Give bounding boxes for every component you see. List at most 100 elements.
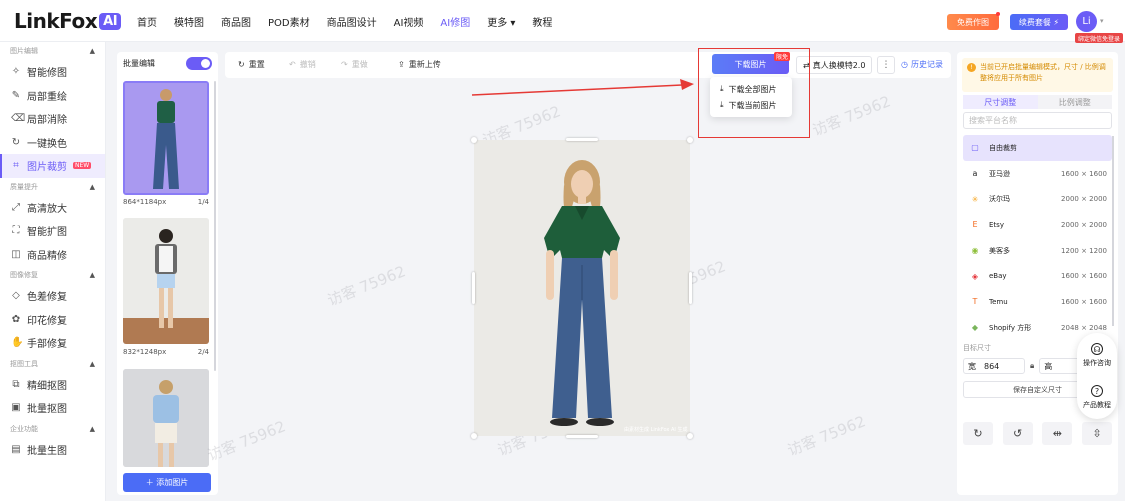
bind-wechat-tag[interactable]: 绑定微信免登录 <box>1075 33 1123 43</box>
platform-size: 2000 × 2000 <box>1061 195 1107 204</box>
platform-name: 自由裁剪 <box>989 143 1017 152</box>
sidebar-item-icon: ⛶ <box>12 225 20 237</box>
thumbnail-2[interactable] <box>123 218 209 344</box>
sidebar-item[interactable]: ↻ 一键换色 <box>0 131 105 155</box>
sidebar-item[interactable]: ▣ 批量抠图 <box>0 396 105 420</box>
batch-edit-panel: 批量编辑 864*1184px 1/4 832*1248px 2/4 ＋ 添加图… <box>117 52 218 495</box>
chevron-up-icon: ▲ <box>89 47 95 55</box>
sidebar-section-title: 图片编辑 <box>10 47 38 55</box>
rotate-right-icon[interactable]: ↻ <box>963 422 993 445</box>
transform-tools: ↻ ↺ ⇹ ⇳ <box>963 422 1112 445</box>
nav-model[interactable]: 模特图 <box>174 14 204 29</box>
free-create-button[interactable]: 免费作图 <box>947 12 1000 30</box>
nav-video[interactable]: AI视频 <box>394 14 424 29</box>
sidebar-item[interactable]: ✧ 智能修图 <box>0 60 105 84</box>
nav-home[interactable]: 首页 <box>137 14 157 29</box>
platform-name: Temu <box>989 297 1008 306</box>
redo-button[interactable]: ↷ 重做 <box>341 59 368 70</box>
batch-scrollbar[interactable] <box>214 81 216 371</box>
resize-handle[interactable] <box>566 435 598 438</box>
nav-ai-retouch[interactable]: AI修图 <box>440 14 470 29</box>
sidebar-item[interactable]: ◫ 商品精修 <box>0 243 105 267</box>
sidebar-item-label: 手部修复 <box>27 339 67 351</box>
add-image-button[interactable]: ＋ 添加图片 <box>123 473 211 492</box>
nav-design[interactable]: 商品图设计 <box>327 14 377 29</box>
history-button[interactable]: ◷ 历史记录 <box>901 59 943 70</box>
batch-toggle[interactable] <box>186 56 212 70</box>
warning-icon: ! <box>967 63 976 72</box>
platform-scrollbar[interactable] <box>1112 136 1114 326</box>
more-options-button[interactable]: ⋮ <box>877 56 895 74</box>
platform-item[interactable]: a 亚马逊 1600 × 1600 <box>963 161 1112 187</box>
resize-handle[interactable] <box>566 138 598 141</box>
nav-tutorial[interactable]: 教程 <box>532 14 552 29</box>
platform-item[interactable]: ✳ 沃尔玛 2000 × 2000 <box>963 186 1112 212</box>
sidebar-item-label: 图片裁剪 <box>27 162 67 174</box>
width-field[interactable]: 宽 864 <box>963 358 1025 374</box>
sidebar-item[interactable]: ⌫ 局部消除 <box>0 107 105 131</box>
thumbnail-3[interactable] <box>123 369 209 467</box>
sidebar-item[interactable]: ▤ 批量生图 <box>0 438 105 462</box>
flip-horizontal-icon[interactable]: ⇹ <box>1042 422 1073 445</box>
nav-product[interactable]: 商品图 <box>221 14 251 29</box>
sidebar-section-title: 企业功能 <box>10 424 38 433</box>
sidebar-item[interactable]: ⤢ 高清放大 <box>0 196 105 220</box>
platform-item[interactable]: ◉ 美客多 1200 × 1200 <box>963 238 1112 264</box>
resize-handle[interactable] <box>689 272 692 304</box>
sidebar-item-icon: ◫ <box>11 248 21 260</box>
resize-handle[interactable] <box>472 272 475 304</box>
tab-ratio[interactable]: 比例调整 <box>1037 95 1112 109</box>
nav-more[interactable]: 更多 ▾ <box>487 14 515 29</box>
batch-notice: ! 当前已开启批量编辑模式，尺寸 / 比例调整将应用于所有图片 <box>962 58 1113 92</box>
tab-size[interactable]: 尺寸调整 <box>963 95 1038 109</box>
reset-button[interactable]: ↻ 重置 <box>238 59 265 70</box>
platform-name: eBay <box>989 272 1007 281</box>
platform-item[interactable]: T Temu 1600 × 1600 <box>963 289 1112 315</box>
resize-handle[interactable] <box>471 137 477 143</box>
redo-icon: ↷ <box>341 60 348 69</box>
lock-icon[interactable]: 🔒︎ <box>1030 361 1034 371</box>
renew-button[interactable]: 续费套餐 ⚡ <box>1010 14 1068 30</box>
sidebar-item[interactable]: ✋ 手部修复 <box>0 331 105 355</box>
tutorial-button[interactable]: ? 产品教程 <box>1077 385 1117 410</box>
sidebar-item[interactable]: ◇ 色差修复 <box>0 284 105 308</box>
main-nav: 首页 模特图 商品图 POD素材 商品图设计 AI视频 AI修图 更多 ▾ 教程 <box>137 0 552 42</box>
main-image[interactable]: 由素材生成 LinkFox AI 生成 <box>471 137 693 439</box>
platform-list: ▢ 自由裁剪 a 亚马逊 1600 × 1600 ✳ 沃尔玛 2000 × 2000 E Etsy… <box>963 135 1112 341</box>
sidebar-item[interactable]: ⛶ 智能扩图 <box>0 219 105 243</box>
undo-button[interactable]: ↶ 撤销 <box>289 59 316 70</box>
consult-button[interactable]: ☊ 操作咨询 <box>1077 343 1117 368</box>
sidebar-item-icon: ◇ <box>12 290 20 302</box>
resize-handle[interactable] <box>471 433 477 439</box>
sidebar-section-header[interactable]: 企业功能 ▲ <box>0 420 105 438</box>
resize-handle[interactable] <box>687 433 693 439</box>
sidebar-section-header[interactable]: 图像修复 ▲ <box>0 266 105 284</box>
avatar[interactable]: Li <box>1076 11 1097 32</box>
right-panel: ! 当前已开启批量编辑模式，尺寸 / 比例调整将应用于所有图片 尺寸调整 比例调… <box>957 52 1118 495</box>
platform-item[interactable]: ▢ 自由裁剪 <box>963 135 1112 161</box>
sidebar-section-header[interactable]: 质量提升 ▲ <box>0 178 105 196</box>
chevron-down-icon[interactable]: ▾ <box>1100 17 1104 25</box>
nav-pod[interactable]: POD素材 <box>268 14 310 29</box>
sidebar-section-header[interactable]: 图片编辑 ▲ <box>0 42 105 60</box>
reupload-button[interactable]: ⇪ 重新上传 <box>398 59 441 70</box>
thumbnail-1[interactable] <box>123 81 209 195</box>
sidebar-item[interactable]: ⧉ 精细抠图 <box>0 373 105 397</box>
chevron-up-icon: ▲ <box>89 182 95 191</box>
platform-item[interactable]: E Etsy 2000 × 2000 <box>963 212 1112 238</box>
logo[interactable]: LinkFox AI <box>14 9 122 33</box>
sidebar-item-label: 一键换色 <box>27 138 67 150</box>
flip-vertical-icon[interactable]: ⇳ <box>1081 422 1112 445</box>
rotate-left-icon[interactable]: ↺ <box>1002 422 1033 445</box>
platform-item[interactable]: ◈ eBay 1600 × 1600 <box>963 263 1112 289</box>
resize-handle[interactable] <box>687 137 693 143</box>
sidebar-item-label: 商品精修 <box>27 250 67 262</box>
platform-search-input[interactable]: 搜索平台名称 <box>963 112 1112 129</box>
sidebar-item-label: 批量抠图 <box>27 404 67 416</box>
watermark: 访客 75962 <box>809 92 894 140</box>
sidebar-item[interactable]: ✿ 印花修复 <box>0 308 105 332</box>
chevron-up-icon: ▲ <box>89 271 95 279</box>
sidebar-item[interactable]: ⌗ 图片裁剪 NEW <box>0 154 105 178</box>
sidebar-section-header[interactable]: 抠图工具 ▲ <box>0 355 105 373</box>
sidebar-item[interactable]: ✎ 局部重绘 <box>0 84 105 108</box>
